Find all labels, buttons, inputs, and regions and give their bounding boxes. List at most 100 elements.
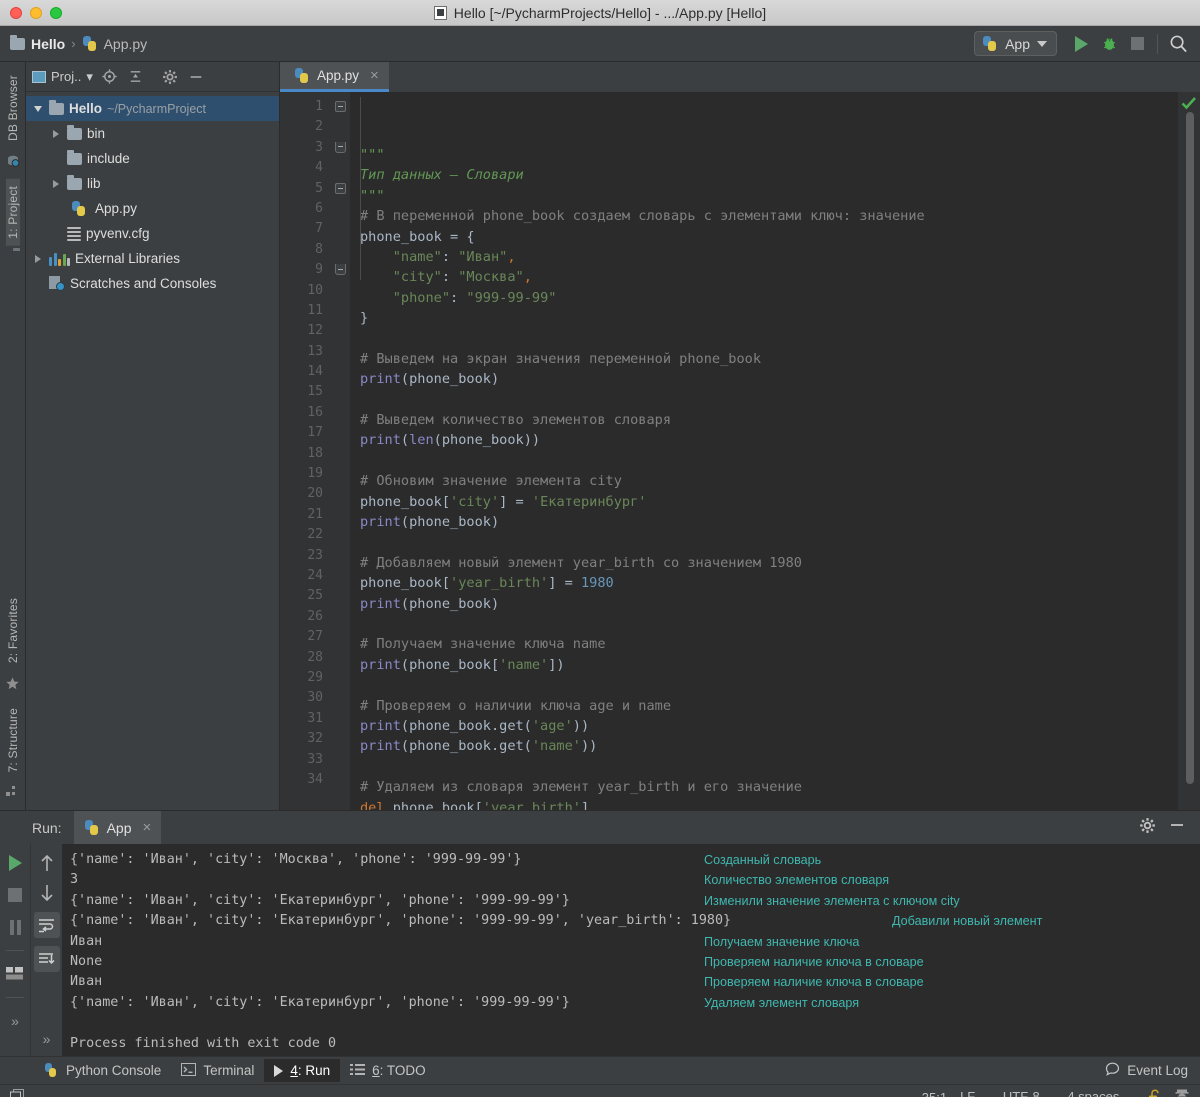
tree-item-external-libraries[interactable]: External Libraries <box>26 246 279 271</box>
stop-button[interactable] <box>1123 30 1151 58</box>
rail-item-favorites[interactable]: 2: Favorites <box>6 591 20 670</box>
chevron-down-icon[interactable] <box>32 106 44 112</box>
tree-item-scratches-and-consoles[interactable]: Scratches and Consoles <box>26 271 279 296</box>
down-arrow-icon[interactable] <box>36 882 58 904</box>
code-line[interactable] <box>360 757 1178 777</box>
code-folding-column[interactable] <box>332 92 350 810</box>
code-line[interactable]: # Обновим значение элемента city <box>360 471 1178 491</box>
code-line[interactable] <box>360 451 1178 471</box>
caret-position[interactable]: 35:1 <box>922 1090 947 1097</box>
code-line[interactable]: print(phone_book) <box>360 369 1178 389</box>
bottom-tab-terminal[interactable]: Terminal <box>171 1059 264 1083</box>
fold-collapse-icon[interactable] <box>335 183 346 194</box>
unlocked-icon[interactable] <box>1147 1089 1161 1097</box>
code-line[interactable]: phone_book['year_birth'] = 1980 <box>360 573 1178 593</box>
line-separator-selector[interactable]: LF <box>960 1089 990 1097</box>
chevron-right-icon[interactable] <box>50 130 62 138</box>
project-panel-title[interactable]: Proj..▾ <box>32 69 93 85</box>
fold-collapse-icon[interactable] <box>335 101 346 112</box>
tree-item-lib[interactable]: lib <box>26 171 279 196</box>
tree-item-hello[interactable]: Hello ~/PycharmProject <box>26 96 279 121</box>
code-line[interactable]: "name": "Иван", <box>360 247 1178 267</box>
bottom-tab-todo[interactable]: 6: TODO <box>340 1059 436 1083</box>
code-line[interactable]: # Удаляем из словаря элемент year_birth … <box>360 777 1178 797</box>
chevron-right-icon[interactable] <box>50 180 62 188</box>
hide-panel-icon[interactable] <box>1168 816 1186 839</box>
scroll-to-end-icon[interactable] <box>34 946 60 972</box>
run-configuration-selector[interactable]: App <box>974 31 1057 56</box>
code-line[interactable]: print(phone_book.get('age')) <box>360 716 1178 736</box>
stop-icon[interactable] <box>4 884 26 906</box>
code-line[interactable] <box>360 329 1178 349</box>
code-line[interactable]: print(phone_book) <box>360 594 1178 614</box>
inspector-icon[interactable] <box>1174 1088 1190 1097</box>
rail-item-project[interactable]: 1: Project <box>6 179 20 246</box>
code-line[interactable]: # Выведем количество элементов словаря <box>360 410 1178 430</box>
code-line[interactable]: """ <box>360 145 1178 165</box>
code-line[interactable]: phone_book['city'] = 'Екатеринбург' <box>360 492 1178 512</box>
collapse-all-icon[interactable] <box>127 68 145 86</box>
layout-icon[interactable] <box>4 963 26 985</box>
code-line[interactable]: print(phone_book['name']) <box>360 655 1178 675</box>
search-button[interactable] <box>1164 30 1192 58</box>
gear-icon[interactable] <box>1139 817 1156 839</box>
indent-selector[interactable]: 4 spaces <box>1067 1089 1134 1097</box>
code-line[interactable]: } <box>360 308 1178 328</box>
code-line[interactable]: Тип данных – Словари <box>360 165 1178 185</box>
debug-button[interactable] <box>1095 30 1123 58</box>
code-line[interactable]: # Выведем на экран значения переменной p… <box>360 349 1178 369</box>
locate-icon[interactable] <box>101 68 119 86</box>
expand-icon[interactable]: » <box>36 1028 58 1050</box>
editor-marker-rail[interactable] <box>1178 92 1200 810</box>
tree-item-pyvenv-cfg[interactable]: pyvenv.cfg <box>26 221 279 246</box>
close-icon[interactable]: × <box>143 819 152 836</box>
hide-panel-icon[interactable] <box>187 68 205 86</box>
tree-item-include[interactable]: include <box>26 146 279 171</box>
event-log-button[interactable]: Event Log <box>1105 1062 1200 1079</box>
up-arrow-icon[interactable] <box>36 852 58 874</box>
project-tree[interactable]: Hello ~/PycharmProject bin include lib <box>26 92 279 296</box>
code-line[interactable]: print(len(phone_book)) <box>360 430 1178 450</box>
code-line[interactable]: print(phone_book.get('name')) <box>360 736 1178 756</box>
code-line[interactable]: """ <box>360 186 1178 206</box>
code-line[interactable] <box>360 532 1178 552</box>
code-editor[interactable]: 1234567891011121314151617181920212223242… <box>280 92 1200 810</box>
expand-icon[interactable]: » <box>4 1010 26 1032</box>
editor-scrollbar-thumb[interactable] <box>1186 112 1194 784</box>
rail-item-db-browser[interactable]: DB Browser <box>6 68 20 148</box>
code-line[interactable]: "city": "Москва", <box>360 267 1178 287</box>
code-line[interactable]: phone_book = { <box>360 227 1178 247</box>
window-icon[interactable] <box>10 1089 25 1097</box>
code-text[interactable]: """Тип данных – Словари"""# В переменной… <box>350 92 1178 810</box>
tree-item-bin[interactable]: bin <box>26 121 279 146</box>
code-line[interactable]: "phone": "999-99-99" <box>360 288 1178 308</box>
gear-icon[interactable] <box>161 68 179 86</box>
code-line[interactable]: # Добавляем новый элемент year_birth со … <box>360 553 1178 573</box>
code-line[interactable]: # Получаем значение ключа name <box>360 634 1178 654</box>
run-console-output[interactable]: {'name': 'Иван', 'city': 'Москва', 'phon… <box>62 844 1200 1056</box>
tree-item-app-py[interactable]: App.py <box>26 196 279 221</box>
code-line[interactable] <box>360 675 1178 695</box>
breadcrumb-item-app-py[interactable]: App.py <box>82 36 148 52</box>
soft-wrap-icon[interactable] <box>34 912 60 938</box>
code-line[interactable]: # В переменной phone_book создаем словар… <box>360 206 1178 226</box>
bottom-tab-run[interactable]: 4: Run <box>264 1059 340 1082</box>
chevron-right-icon[interactable] <box>32 255 44 263</box>
encoding-selector[interactable]: UTF-8 <box>1003 1089 1054 1097</box>
run-tab-app[interactable]: App × <box>74 811 162 844</box>
rerun-icon[interactable] <box>4 852 26 874</box>
code-line[interactable]: # Проверяем о наличии ключа age и name <box>360 696 1178 716</box>
close-icon[interactable]: × <box>370 67 379 84</box>
fold-end-icon[interactable] <box>335 142 346 153</box>
bottom-tab-python-console[interactable]: Python Console <box>34 1059 171 1082</box>
code-line[interactable] <box>360 390 1178 410</box>
editor-tab-app-py[interactable]: App.py × <box>280 62 389 92</box>
fold-end-icon[interactable] <box>335 264 346 275</box>
breadcrumb-item-hello[interactable]: Hello <box>10 36 65 52</box>
code-line[interactable] <box>360 614 1178 634</box>
run-button[interactable] <box>1067 30 1095 58</box>
code-line[interactable]: del phone_book['year_birth'] <box>360 798 1178 811</box>
pause-icon[interactable] <box>4 916 26 938</box>
rail-item-structure[interactable]: 7: Structure <box>6 701 20 779</box>
code-line[interactable]: print(phone_book) <box>360 512 1178 532</box>
